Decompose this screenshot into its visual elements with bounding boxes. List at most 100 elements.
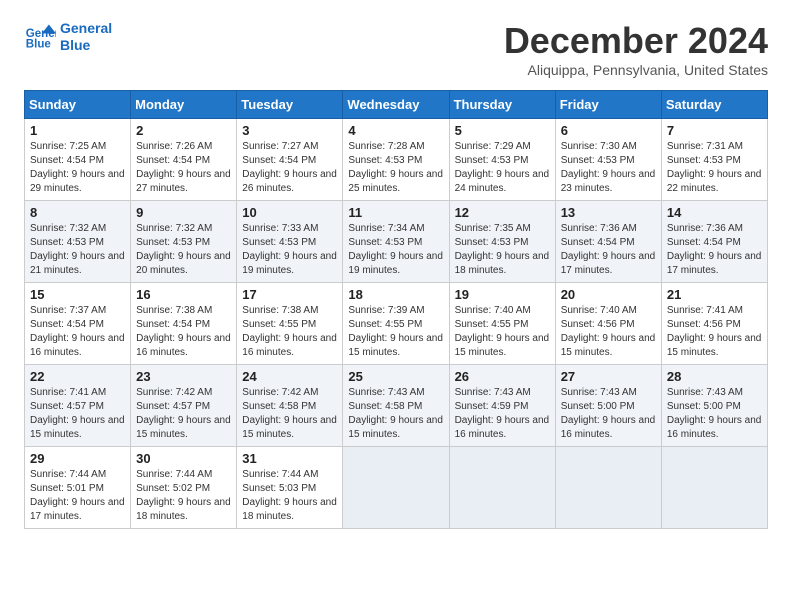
- day-number: 19: [455, 287, 550, 302]
- calendar-cell: 4 Sunrise: 7:28 AM Sunset: 4:53 PM Daylig…: [343, 119, 449, 201]
- day-number: 3: [242, 123, 337, 138]
- day-detail: Sunrise: 7:37 AM Sunset: 4:54 PM Dayligh…: [30, 304, 125, 360]
- day-detail: Sunrise: 7:43 AM Sunset: 4:59 PM Dayligh…: [455, 386, 550, 442]
- day-detail: Sunrise: 7:28 AM Sunset: 4:53 PM Dayligh…: [348, 140, 443, 196]
- calendar-subtitle: Aliquippa, Pennsylvania, United States: [504, 62, 768, 78]
- calendar-cell: 20Sunrise: 7:40 AM Sunset: 4:56 PM Dayli…: [555, 283, 661, 365]
- day-detail: Sunrise: 7:40 AM Sunset: 4:56 PM Dayligh…: [561, 304, 656, 360]
- calendar-cell: 28Sunrise: 7:43 AM Sunset: 5:00 PM Dayli…: [661, 365, 767, 447]
- day-number: 16: [136, 287, 231, 302]
- calendar-cell: 12 Sunrise: 7:35 AM Sunset: 4:53 PM Dayli…: [449, 201, 555, 283]
- title-section: December 2024 Aliquippa, Pennsylvania, U…: [504, 20, 768, 78]
- day-detail: Sunrise: 7:26 AM Sunset: 4:54 PM Dayligh…: [136, 140, 231, 196]
- day-detail: Sunrise: 7:42 AM Sunset: 4:58 PM Dayligh…: [242, 386, 337, 442]
- calendar-cell: 23Sunrise: 7:42 AM Sunset: 4:57 PM Dayli…: [131, 365, 237, 447]
- week-row-4: 22 Sunrise: 7:41 AM Sunset: 4:57 PM Dayli…: [25, 365, 768, 447]
- calendar-cell: 16 Sunrise: 7:38 AM Sunset: 4:54 PM Dayli…: [131, 283, 237, 365]
- day-number: 25: [348, 369, 443, 384]
- day-number: 6: [561, 123, 656, 138]
- calendar-cell: 9 Sunrise: 7:32 AM Sunset: 4:53 PM Daylig…: [131, 201, 237, 283]
- calendar-body: 1 Sunrise: 7:25 AM Sunset: 4:54 PM Daylig…: [25, 119, 768, 529]
- day-number: 22: [30, 369, 125, 384]
- calendar-cell: 31Sunrise: 7:44 AM Sunset: 5:03 PM Dayli…: [237, 447, 343, 529]
- day-number: 7: [667, 123, 762, 138]
- logo: General Blue General Blue: [24, 20, 112, 54]
- day-detail: Sunrise: 7:32 AM Sunset: 4:53 PM Dayligh…: [136, 222, 231, 278]
- col-header-sunday: Sunday: [25, 91, 131, 119]
- week-row-1: 1 Sunrise: 7:25 AM Sunset: 4:54 PM Daylig…: [25, 119, 768, 201]
- day-number: 13: [561, 205, 656, 220]
- week-row-5: 29Sunrise: 7:44 AM Sunset: 5:01 PM Dayli…: [25, 447, 768, 529]
- calendar-cell: [555, 447, 661, 529]
- calendar-cell: 22 Sunrise: 7:41 AM Sunset: 4:57 PM Dayli…: [25, 365, 131, 447]
- day-detail: Sunrise: 7:40 AM Sunset: 4:55 PM Dayligh…: [455, 304, 550, 360]
- calendar-cell: 21Sunrise: 7:41 AM Sunset: 4:56 PM Dayli…: [661, 283, 767, 365]
- calendar-cell: 19 Sunrise: 7:40 AM Sunset: 4:55 PM Dayli…: [449, 283, 555, 365]
- col-header-wednesday: Wednesday: [343, 91, 449, 119]
- col-header-saturday: Saturday: [661, 91, 767, 119]
- day-number: 30: [136, 451, 231, 466]
- day-detail: Sunrise: 7:36 AM Sunset: 4:54 PM Dayligh…: [561, 222, 656, 278]
- day-detail: Sunrise: 7:41 AM Sunset: 4:57 PM Dayligh…: [30, 386, 125, 442]
- calendar-cell: 3 Sunrise: 7:27 AM Sunset: 4:54 PM Daylig…: [237, 119, 343, 201]
- col-header-friday: Friday: [555, 91, 661, 119]
- day-detail: Sunrise: 7:36 AM Sunset: 4:54 PM Dayligh…: [667, 222, 762, 278]
- logo-line2: Blue: [60, 37, 112, 54]
- calendar-cell: 7 Sunrise: 7:31 AM Sunset: 4:53 PM Daylig…: [661, 119, 767, 201]
- calendar-cell: 5Sunrise: 7:29 AM Sunset: 4:53 PM Daylig…: [449, 119, 555, 201]
- day-number: 17: [242, 287, 337, 302]
- calendar-cell: 8 Sunrise: 7:32 AM Sunset: 4:53 PM Daylig…: [25, 201, 131, 283]
- calendar-cell: 15 Sunrise: 7:37 AM Sunset: 4:54 PM Dayli…: [25, 283, 131, 365]
- calendar-table: SundayMondayTuesdayWednesdayThursdayFrid…: [24, 90, 768, 529]
- day-detail: Sunrise: 7:30 AM Sunset: 4:53 PM Dayligh…: [561, 140, 656, 196]
- calendar-cell: 29Sunrise: 7:44 AM Sunset: 5:01 PM Dayli…: [25, 447, 131, 529]
- day-detail: Sunrise: 7:44 AM Sunset: 5:03 PM Dayligh…: [242, 468, 337, 524]
- calendar-cell: 13 Sunrise: 7:36 AM Sunset: 4:54 PM Dayli…: [555, 201, 661, 283]
- day-number: 24: [242, 369, 337, 384]
- day-number: 2: [136, 123, 231, 138]
- day-detail: Sunrise: 7:33 AM Sunset: 4:53 PM Dayligh…: [242, 222, 337, 278]
- calendar-cell: 2 Sunrise: 7:26 AM Sunset: 4:54 PM Daylig…: [131, 119, 237, 201]
- week-row-3: 15 Sunrise: 7:37 AM Sunset: 4:54 PM Dayli…: [25, 283, 768, 365]
- calendar-cell: 17 Sunrise: 7:38 AM Sunset: 4:55 PM Dayli…: [237, 283, 343, 365]
- day-number: 12: [455, 205, 550, 220]
- calendar-cell: [343, 447, 449, 529]
- calendar-cell: 24 Sunrise: 7:42 AM Sunset: 4:58 PM Dayli…: [237, 365, 343, 447]
- day-detail: Sunrise: 7:27 AM Sunset: 4:54 PM Dayligh…: [242, 140, 337, 196]
- day-number: 1: [30, 123, 125, 138]
- calendar-cell: 26 Sunrise: 7:43 AM Sunset: 4:59 PM Dayli…: [449, 365, 555, 447]
- calendar-cell: [661, 447, 767, 529]
- day-number: 26: [455, 369, 550, 384]
- day-detail: Sunrise: 7:34 AM Sunset: 4:53 PM Dayligh…: [348, 222, 443, 278]
- col-header-thursday: Thursday: [449, 91, 555, 119]
- calendar-cell: 27Sunrise: 7:43 AM Sunset: 5:00 PM Dayli…: [555, 365, 661, 447]
- day-detail: Sunrise: 7:41 AM Sunset: 4:56 PM Dayligh…: [667, 304, 762, 360]
- logo-line1: General: [60, 20, 112, 37]
- header: General Blue General Blue December 2024 …: [24, 20, 768, 78]
- day-detail: Sunrise: 7:43 AM Sunset: 4:58 PM Dayligh…: [348, 386, 443, 442]
- day-detail: Sunrise: 7:38 AM Sunset: 4:55 PM Dayligh…: [242, 304, 337, 360]
- calendar-cell: 14Sunrise: 7:36 AM Sunset: 4:54 PM Dayli…: [661, 201, 767, 283]
- day-detail: Sunrise: 7:43 AM Sunset: 5:00 PM Dayligh…: [667, 386, 762, 442]
- calendar-title: December 2024: [504, 20, 768, 62]
- calendar-cell: 11Sunrise: 7:34 AM Sunset: 4:53 PM Dayli…: [343, 201, 449, 283]
- calendar-cell: [449, 447, 555, 529]
- day-detail: Sunrise: 7:43 AM Sunset: 5:00 PM Dayligh…: [561, 386, 656, 442]
- day-detail: Sunrise: 7:25 AM Sunset: 4:54 PM Dayligh…: [30, 140, 125, 196]
- col-header-tuesday: Tuesday: [237, 91, 343, 119]
- day-number: 9: [136, 205, 231, 220]
- day-detail: Sunrise: 7:35 AM Sunset: 4:53 PM Dayligh…: [455, 222, 550, 278]
- day-number: 29: [30, 451, 125, 466]
- col-header-monday: Monday: [131, 91, 237, 119]
- day-number: 8: [30, 205, 125, 220]
- day-detail: Sunrise: 7:44 AM Sunset: 5:02 PM Dayligh…: [136, 468, 231, 524]
- day-number: 15: [30, 287, 125, 302]
- day-detail: Sunrise: 7:32 AM Sunset: 4:53 PM Dayligh…: [30, 222, 125, 278]
- day-number: 4: [348, 123, 443, 138]
- day-detail: Sunrise: 7:29 AM Sunset: 4:53 PM Dayligh…: [455, 140, 550, 196]
- day-detail: Sunrise: 7:31 AM Sunset: 4:53 PM Dayligh…: [667, 140, 762, 196]
- day-detail: Sunrise: 7:42 AM Sunset: 4:57 PM Dayligh…: [136, 386, 231, 442]
- day-number: 10: [242, 205, 337, 220]
- calendar-cell: 25 Sunrise: 7:43 AM Sunset: 4:58 PM Dayli…: [343, 365, 449, 447]
- day-detail: Sunrise: 7:38 AM Sunset: 4:54 PM Dayligh…: [136, 304, 231, 360]
